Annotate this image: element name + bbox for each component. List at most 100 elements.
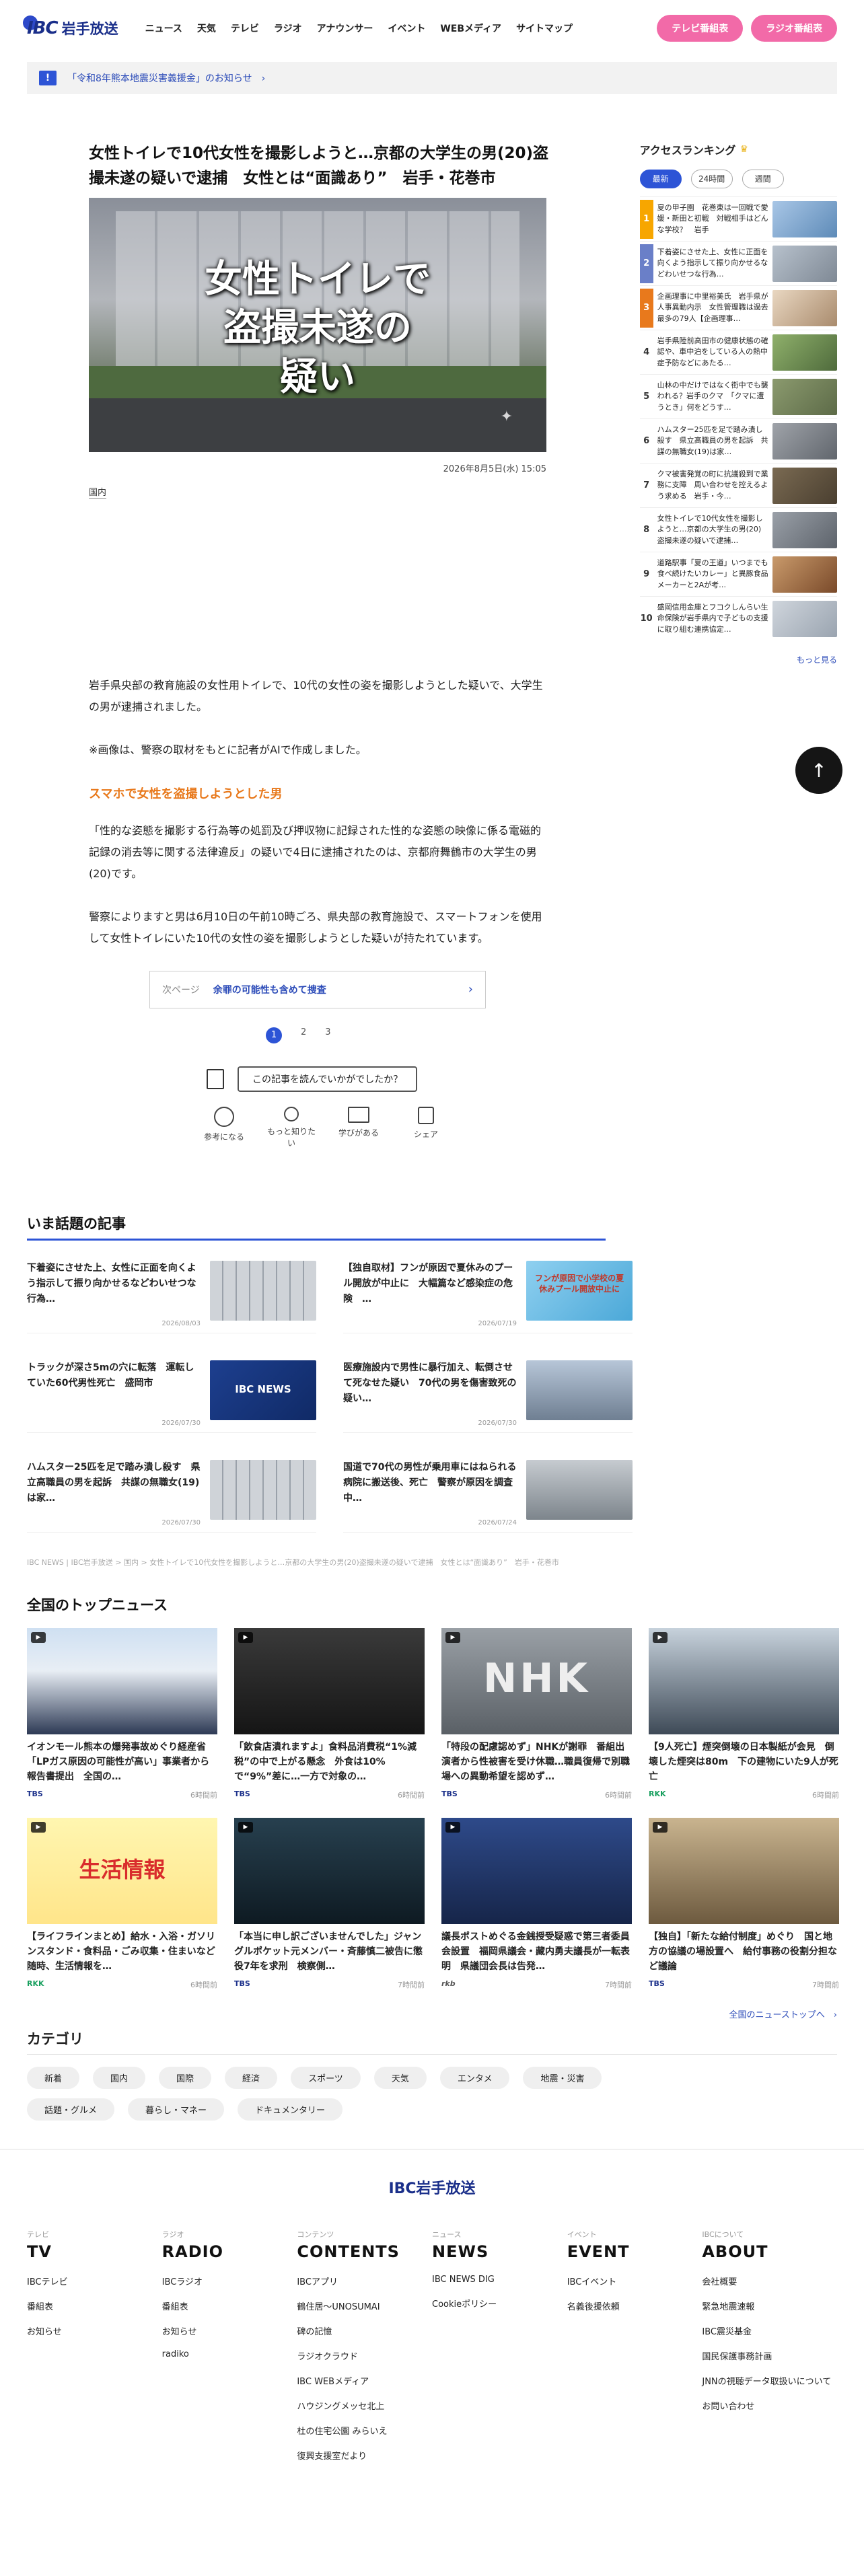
next-page-label: 次ページ <box>162 984 200 996</box>
footer-link[interactable]: 番組表 <box>27 2299 162 2312</box>
nav-news[interactable]: ニュース <box>145 22 182 35</box>
national-news-card[interactable]: ▶ イオンモール熊本の爆発事故めぐり経産省「LPガス原因の可能性が高い」事業者から… <box>27 1627 217 1800</box>
footer-link[interactable]: Cookieポリシー <box>432 2297 567 2310</box>
trending-article[interactable]: 国道で70代の男性が乗用車にはねられる 病院に搬送後、死亡 警察が原因を調査中…… <box>343 1459 633 1533</box>
category-chip[interactable]: 地震・災害 <box>523 2066 602 2089</box>
footer-link[interactable]: 会社概要 <box>702 2275 837 2287</box>
footer-link[interactable]: IBCアプリ <box>297 2275 432 2287</box>
reaction-learned-button[interactable]: 学びがある <box>334 1106 383 1148</box>
radio-schedule-button[interactable]: ラジオ番組表 <box>751 15 837 42</box>
ranking-item[interactable]: 1 夏の甲子園 花巻東は一回戦で愛媛・新田と初戦 対戦相手はどんな学校？ 岩手 <box>639 196 837 241</box>
ranking-more-link[interactable]: もっと見る <box>640 654 837 665</box>
next-page-link[interactable]: 次ページ 余罪の可能性も含めて捜査 › <box>149 970 486 1008</box>
national-news-card[interactable]: ▶ 【独自】「新たな給付制度」めぐり 国と地方の協議の場設置へ 給付事務の役割分担… <box>649 1817 839 1990</box>
national-news-card[interactable]: ▶ NHK 「特段の配慮認めず」NHKが謝罪 番組出演者から性被害を受け休職…職員復… <box>441 1627 632 1800</box>
footer-link[interactable]: 緊急地震速報 <box>702 2299 837 2312</box>
article-section-heading: スマホで女性を盗撮しようとした男 <box>89 786 283 801</box>
footer-link[interactable]: お知らせ <box>27 2324 162 2337</box>
footer-link[interactable]: IBC WEBメディア <box>297 2374 432 2387</box>
site-logo[interactable]: IBC 岩手放送 <box>23 15 118 38</box>
page-2[interactable]: 2 <box>301 1027 306 1043</box>
trending-article[interactable]: 下着姿にさせた上、女性に正面を向くよう指示して振り向かせるなどわいせつな行為… 2… <box>27 1260 316 1333</box>
nav-radio[interactable]: ラジオ <box>274 22 302 35</box>
ranking-item[interactable]: 8 女性トイレで10代女性を撮影しようと…京都の大学生の男(20)盗撮未遂の疑いで… <box>639 507 837 552</box>
footer-link[interactable]: お知らせ <box>162 2324 297 2337</box>
article: 女性トイレで10代女性を撮影しようと…京都の大学生の男(20)盗撮未遂の疑いで逮… <box>89 121 555 1148</box>
footer-link[interactable]: ラジオクラウド <box>297 2349 432 2362</box>
footer-link[interactable]: 杜の住宅公園 みらいえ <box>297 2424 432 2437</box>
ranking-item[interactable]: 9 道路駅事「夏の王道」いつまでも食べ続けたいカレー」と異豚食品メーカーと2Aが考… <box>639 552 837 596</box>
share-button[interactable]: シェア <box>402 1106 450 1148</box>
ranking-item[interactable]: 6 ハムスター25匹を足で踏み潰し殺す 県立高職員の男を起訴 共謀の無職女(19)… <box>639 418 837 463</box>
category-chip[interactable]: 国際 <box>159 2066 212 2089</box>
category-chip[interactable]: 国内 <box>93 2066 146 2089</box>
category-chip[interactable]: エンタメ <box>439 2066 510 2089</box>
nav-web-media[interactable]: WEBメディア <box>440 22 501 35</box>
footer-link[interactable]: IBC震災基金 <box>702 2324 837 2337</box>
national-news-top-link[interactable]: 全国のニューストップへ › <box>27 2008 837 2020</box>
trending-article[interactable]: トラックが深さ5mの穴に転落 運転していた60代男性死亡 盛岡市 2026/07/… <box>27 1360 316 1433</box>
national-news-card[interactable]: ▶ 「飲食店潰れますよ」食料品消費税“1%減税”の中で上がる懸念 外食は10%で“… <box>234 1627 425 1800</box>
footer-link[interactable]: IBCテレビ <box>27 2275 162 2287</box>
page-1[interactable]: 1 <box>266 1027 283 1043</box>
category-chip[interactable]: ドキュメンタリー <box>238 2098 343 2121</box>
nav-tv[interactable]: テレビ <box>231 22 259 35</box>
tab-weekly[interactable]: 週間 <box>742 170 784 188</box>
ranking-item[interactable]: 5 山林の中だけではなく街中でも襲われる？岩手のクマ 「クマに遭うとき」何をどうす… <box>639 374 837 418</box>
footer-link[interactable]: 番組表 <box>162 2299 297 2312</box>
tab-latest[interactable]: 最新 <box>639 170 682 188</box>
footer-link[interactable]: 復興支援室だより <box>297 2449 432 2462</box>
ranking-item[interactable]: 4 岩手県陸前高田市の健康状態の確認や、車中泊をしている人の熱中症予防などにあたる… <box>639 330 837 374</box>
article-paragraph: 警察によりますと男は6月10日の午前10時ごろ、県央部の教育施設で、スマートフォ… <box>89 910 542 945</box>
footer-link[interactable]: お問い合わせ <box>702 2399 837 2412</box>
trending-article[interactable]: 【独自取材】フンが原因で夏休みのプール開放が中止に 大幅篇など感染症の危険 … 2… <box>343 1260 633 1333</box>
reaction-want-more-button[interactable]: もっと知りたい <box>267 1106 316 1148</box>
footer-columns: テレビ TV IBCテレビ 番組表 お知らせ ラジオ RADIO IBCラジオ 番組表 お知らせ r… <box>27 2229 837 2474</box>
footer-link[interactable]: 鶴住居～UNOSUMAI <box>297 2299 432 2312</box>
footer-logo[interactable]: IBC岩手放送 <box>27 2176 837 2198</box>
category-chip[interactable]: 新着 <box>27 2066 80 2089</box>
footer-link[interactable]: 国民保護事務計画 <box>702 2349 837 2362</box>
footer-link[interactable]: IBC NEWS DIG <box>432 2275 567 2285</box>
article-paragraph: 岩手県央部の教育施設の女性用トイレで、10代の女性の姿を撮影しようとした疑いで、… <box>89 678 543 713</box>
video-icon: ▶ <box>31 1821 46 1833</box>
national-news-card[interactable]: ▶ 生活情報 【ライフラインまとめ】給水・入浴・ガソリンスタンド・食料品・ごみ収集・… <box>27 1817 217 1990</box>
news-source: TBS <box>649 1979 665 1988</box>
notice-banner[interactable]: ! 「令和8年熊本地震災害義援金」のお知らせ › <box>27 62 837 94</box>
category-chip[interactable]: 経済 <box>225 2066 278 2089</box>
ranking-item[interactable]: 2 下着姿にさせた上、女性に正面を向くよう指示して振り向かせるなどわいせつな行為… <box>639 241 837 285</box>
national-news-card[interactable]: ▶ 「本当に申し訳ございませんでした」ジャングルポケット元メンバー・斉藤慎二被告に… <box>234 1817 425 1990</box>
footer-link[interactable]: radiko <box>162 2349 297 2359</box>
footer-link[interactable]: 名義後援依頼 <box>567 2299 703 2312</box>
ranking-item[interactable]: 3 企画理事に中里裕美氏 岩手県が人事異動内示 女性管理職は過去最多の79人【企画… <box>639 285 837 330</box>
footer-link[interactable]: IBCラジオ <box>162 2275 297 2287</box>
category-chip[interactable]: スポーツ <box>291 2066 361 2089</box>
trending-article[interactable]: ハムスター25匹を足で踏み潰し殺す 県立高職員の男を起訴 共謀の無職女(19)は… <box>27 1459 316 1533</box>
nav-weather[interactable]: 天気 <box>197 22 216 35</box>
category-chip[interactable]: 暮らし・マネー <box>128 2098 225 2121</box>
footer-column: テレビ TV IBCテレビ 番組表 お知らせ <box>27 2229 162 2474</box>
category-chip[interactable]: 天気 <box>373 2066 427 2089</box>
footer-link[interactable]: ハウジングメッセ北上 <box>297 2399 432 2412</box>
footer-link[interactable]: IBCイベント <box>567 2275 703 2287</box>
ranking-item[interactable]: 7 クマ被害発覚の町に抗議殺到で業務に支障 周い合わせを控えるよう求める 岩手・今… <box>639 463 837 507</box>
tab-24h[interactable]: 24時間 <box>690 170 733 188</box>
trending-article[interactable]: 医療施設内で男性に暴行加え、転倒させて死なせた疑い 70代の男を傷害致死の疑い…… <box>343 1360 633 1433</box>
footer-link[interactable]: JNNの視聴データ取扱いについて <box>702 2374 837 2387</box>
national-news-card[interactable]: ▶ 議長ポストめぐる金銭授受疑惑で第三者委員会設置 福岡県議会・藏内勇夫議長が一転… <box>441 1817 632 1990</box>
national-news-card[interactable]: ▶ 【9人死亡】煙突倒壊の日本製紙が会見 倒壊した煙突は80m 下の建物にいた9人… <box>649 1627 839 1800</box>
nav-event[interactable]: イベント <box>388 22 425 35</box>
nav-announcer[interactable]: アナウンサー <box>317 22 373 35</box>
category-chip[interactable]: 話題・グルメ <box>27 2098 115 2121</box>
notice-text: 「令和8年熊本地震災害義援金」のお知らせ › <box>67 73 266 84</box>
reaction-helpful-button[interactable]: 参考になる <box>200 1106 248 1148</box>
ranking-item[interactable]: 10 盛岡信用金庫とフコクしんらい生命保険が岩手県内で子どもの支援に取り組む連携協… <box>639 596 837 640</box>
article-category-tag[interactable]: 国内 <box>89 485 107 499</box>
nav-sitemap[interactable]: サイトマップ <box>516 22 573 35</box>
tv-schedule-button[interactable]: テレビ番組表 <box>657 15 744 42</box>
back-to-top-button[interactable]: ↑ <box>795 747 842 794</box>
trending-thumbnail: IBC NEWS <box>210 1360 316 1420</box>
site-footer: IBC岩手放送 テレビ TV IBCテレビ 番組表 お知らせ ラジオ RADIO IBCラジオ… <box>0 2148 864 2568</box>
page-3[interactable]: 3 <box>325 1027 330 1043</box>
footer-link[interactable]: 碑の記憶 <box>297 2324 432 2337</box>
